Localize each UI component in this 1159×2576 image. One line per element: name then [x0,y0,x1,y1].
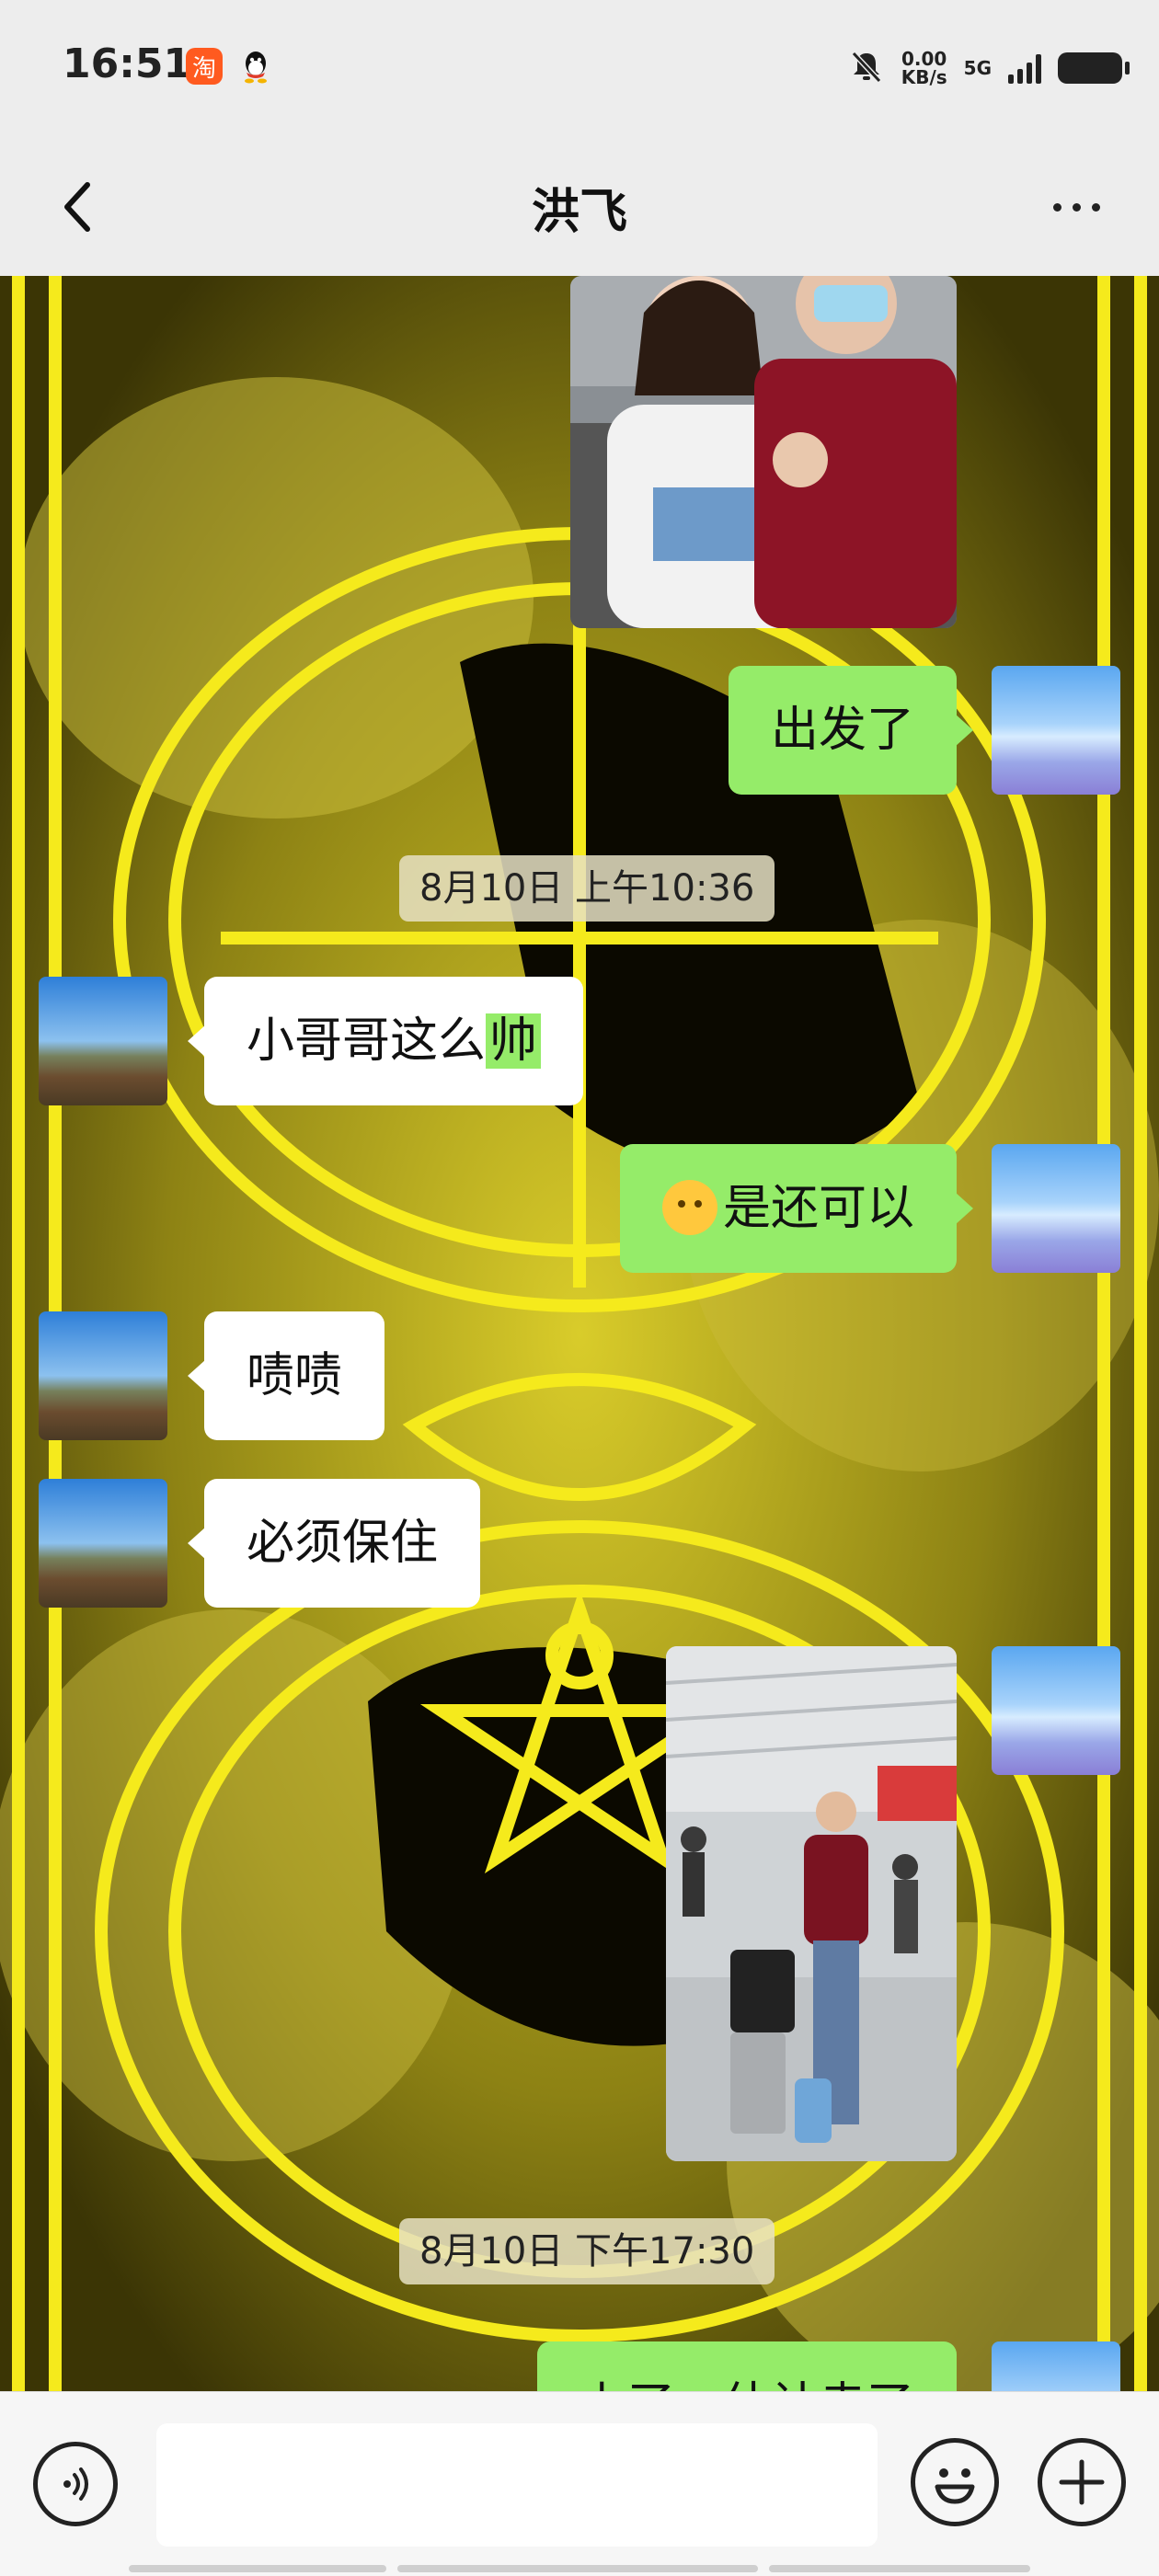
blush-emoji-icon [661,1180,717,1235]
contact-avatar[interactable] [39,1479,167,1608]
my-avatar[interactable] [992,1646,1120,1775]
battery-icon [1058,52,1130,84]
emoji-button[interactable] [911,2438,999,2526]
plus-icon [1059,2459,1105,2505]
chat-title: 洪飞 [531,185,627,240]
more-icon [1052,202,1061,212]
taobao-icon: 淘 [186,48,223,85]
qq-icon [237,48,274,85]
chat-photo-station[interactable] [666,1646,957,2161]
sent-message[interactable]: 上了，估计走了 [536,2341,974,2391]
status-right: 0.00 KB/s 5G [848,40,1130,96]
voice-icon [63,2467,88,2501]
chat-area[interactable]: 出发了 8月10日 上午10:36 小哥哥这么帅 是还可以 啧啧 必须保住 8月… [0,276,1159,2391]
timestamp: 8月10日 上午10:36 [399,855,775,922]
contact-avatar[interactable] [39,977,167,1105]
received-message[interactable]: 必须保住 [187,1479,481,1608]
plus-button[interactable] [1038,2438,1126,2526]
sent-message[interactable]: 出发了 [728,666,974,795]
emoji-icon [935,2468,975,2504]
title-bar: 洪飞 [0,138,1159,276]
my-avatar[interactable] [992,666,1120,795]
sent-message[interactable]: 是还可以 [619,1144,974,1273]
gesture-bar [129,2565,1030,2572]
voice-button[interactable] [33,2442,118,2526]
signal-icon [1008,52,1041,84]
chat-photo-couple[interactable] [570,276,957,628]
network-type: 5G [963,57,992,79]
status-time: 16:51 [63,40,192,87]
received-message[interactable]: 小哥哥这么帅 [187,977,584,1105]
network-speed: 0.00 KB/s [901,48,947,88]
received-message[interactable]: 啧啧 [187,1311,385,1440]
status-bar: 16:51 淘 0.00 KB/s 5G [0,0,1159,138]
more-button[interactable] [1030,166,1122,248]
message-input[interactable] [156,2423,878,2547]
bell-muted-icon [848,48,885,88]
my-avatar[interactable] [992,2341,1120,2391]
input-bar [0,2391,1159,2576]
selected-text: 帅 [486,1013,542,1069]
my-avatar[interactable] [992,1144,1120,1273]
timestamp: 8月10日 下午17:30 [399,2218,775,2284]
contact-avatar[interactable] [39,1311,167,1440]
